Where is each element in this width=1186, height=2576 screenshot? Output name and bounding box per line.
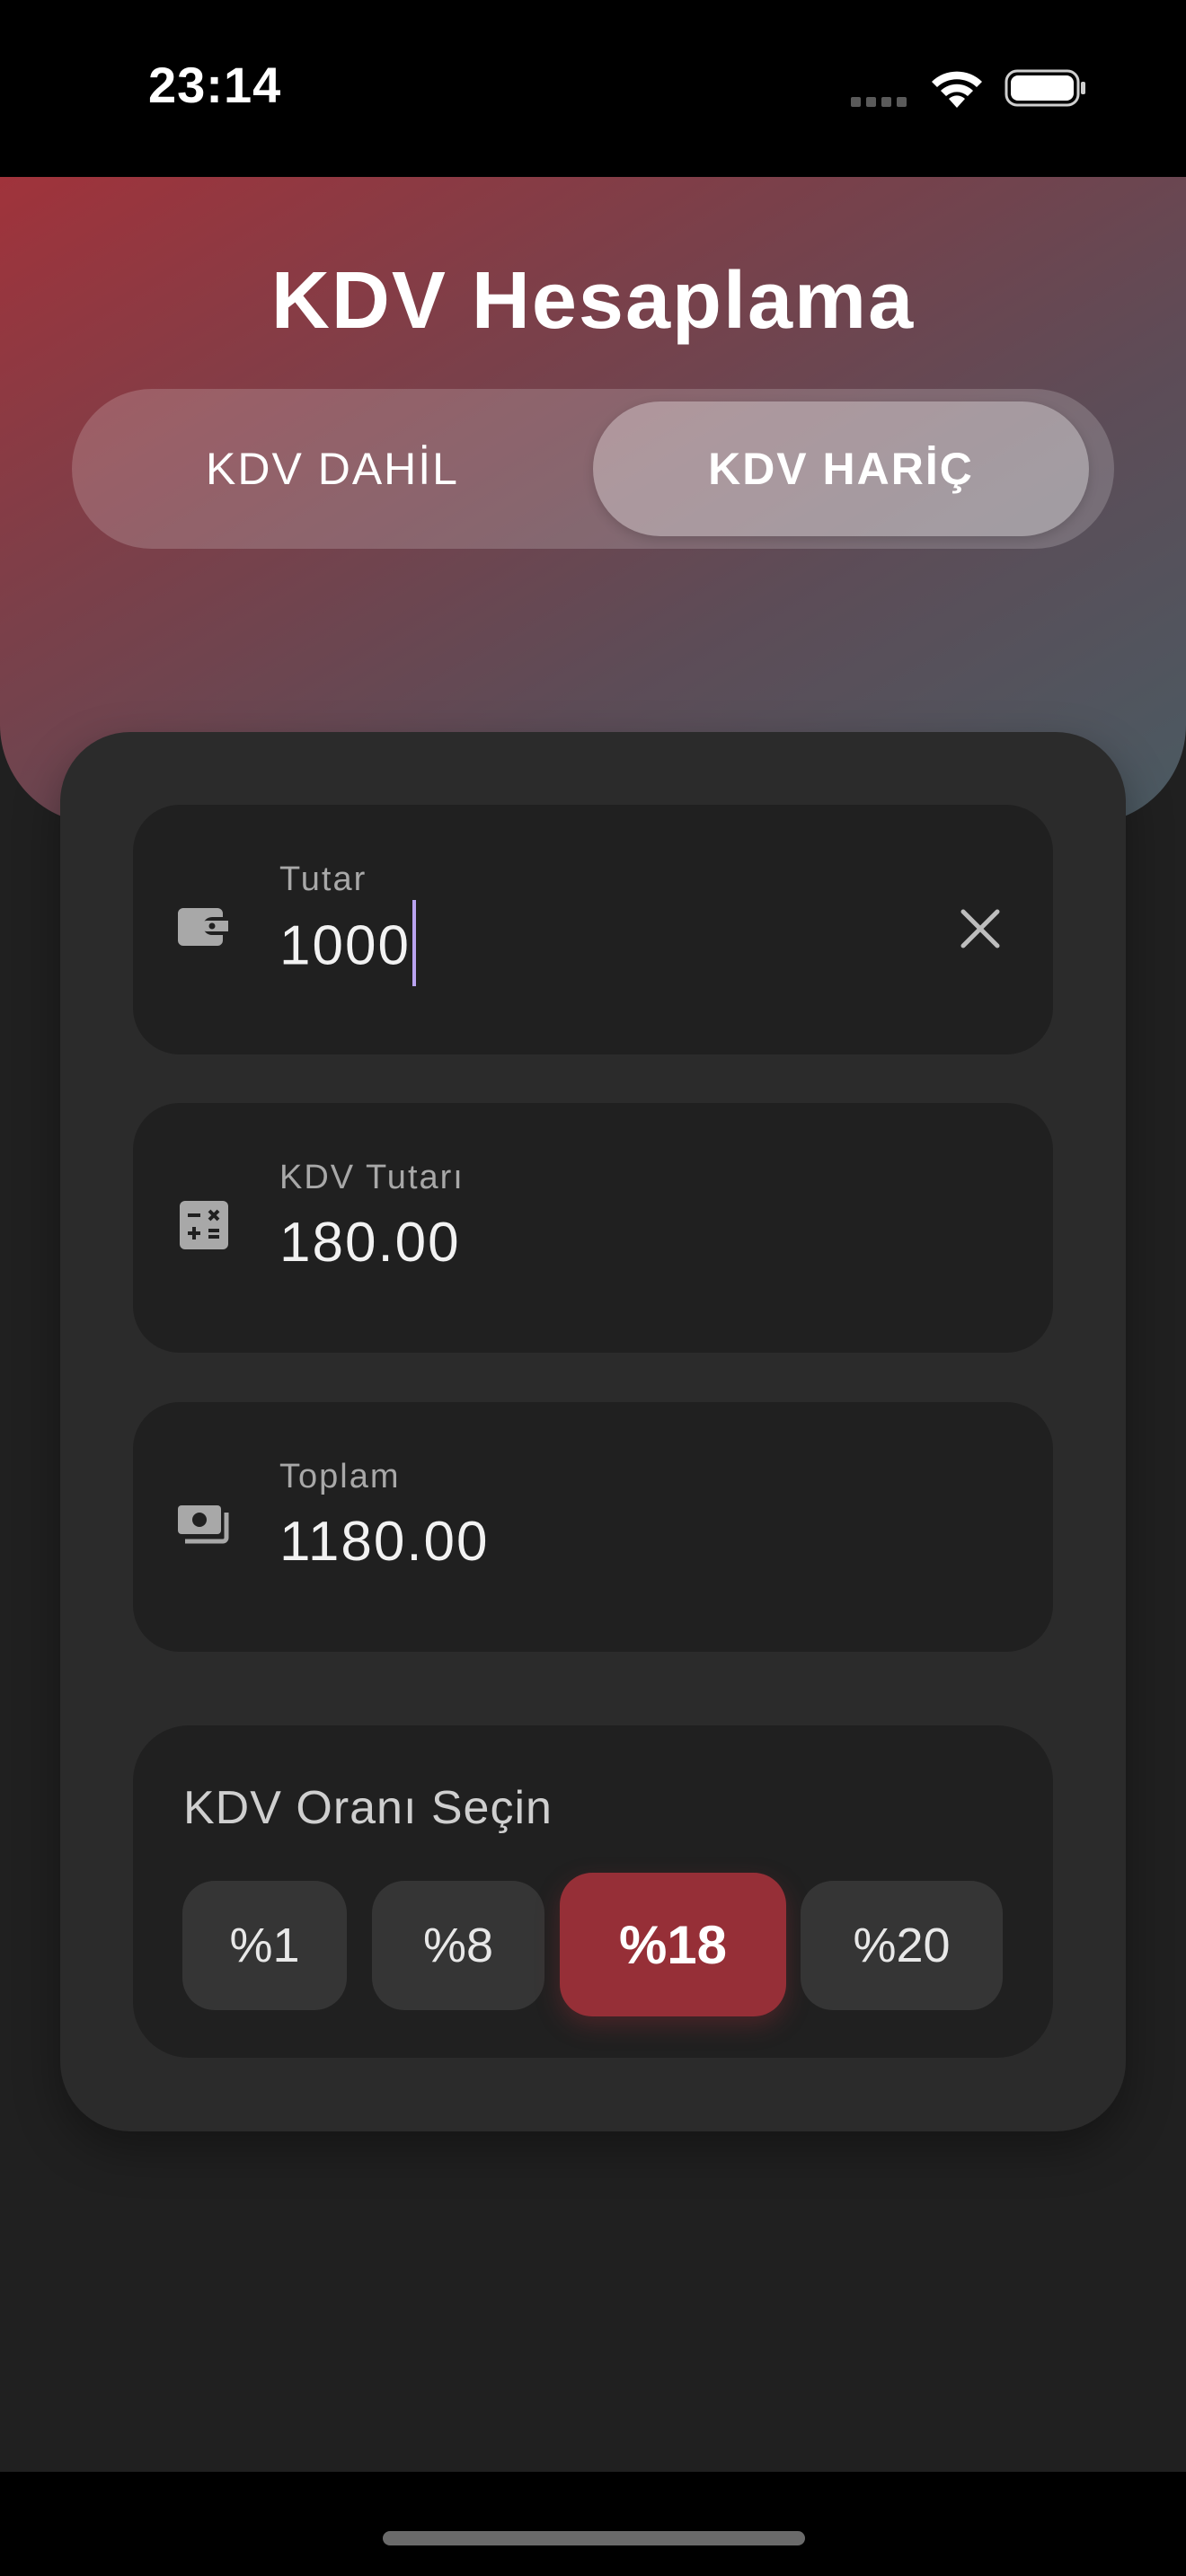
segment-kdv-dahil[interactable]: KDV DAHİL [72, 389, 593, 549]
vat-mode-segmented-control: KDV DAHİL KDV HARİÇ [72, 389, 1114, 549]
total-field: Toplam 1180.00 [133, 1402, 1053, 1652]
amount-value: 1000 [279, 914, 411, 977]
clear-icon[interactable] [952, 901, 1008, 957]
vat-rate-section: KDV Oranı Seçin %1 %8 %18 %20 [133, 1725, 1053, 2058]
vat-amount-field: KDV Tutarı 180.00 [133, 1103, 1053, 1353]
calculator-icon [180, 1201, 228, 1249]
amount-input[interactable]: 1000 [279, 900, 416, 986]
vat-amount-label: KDV Tutarı [279, 1159, 465, 1196]
app-screen: 23:14 KDV Hesaplama KDV DAHİL KDV HARİÇ [0, 0, 1186, 2576]
status-bar: 23:14 [0, 0, 1186, 177]
amount-field[interactable]: Tutar 1000 [133, 805, 1053, 1054]
text-caret [412, 900, 416, 986]
cash-icon [178, 1505, 229, 1544]
rate-chip-18[interactable]: %18 [560, 1873, 786, 2016]
vat-amount-value: 180.00 [279, 1212, 461, 1274]
total-label: Toplam [279, 1458, 401, 1495]
amount-label: Tutar [279, 860, 367, 898]
rate-chip-20[interactable]: %20 [801, 1881, 1003, 2010]
rate-chip-8[interactable]: %8 [372, 1881, 544, 2010]
wifi-icon [932, 71, 982, 108]
home-indicator[interactable] [383, 2531, 805, 2545]
cellular-signal-icon [851, 97, 907, 107]
vat-rate-label: KDV Oranı Seçin [183, 1782, 553, 1834]
battery-icon [1005, 69, 1085, 107]
status-time: 23:14 [148, 57, 282, 113]
page-title: KDV Hesaplama [270, 256, 916, 346]
segment-kdv-haric[interactable]: KDV HARİÇ [593, 401, 1089, 536]
total-value: 1180.00 [279, 1511, 490, 1573]
rate-chip-1[interactable]: %1 [182, 1881, 347, 2010]
home-indicator-area [0, 2472, 1186, 2576]
wallet-icon [178, 908, 228, 946]
